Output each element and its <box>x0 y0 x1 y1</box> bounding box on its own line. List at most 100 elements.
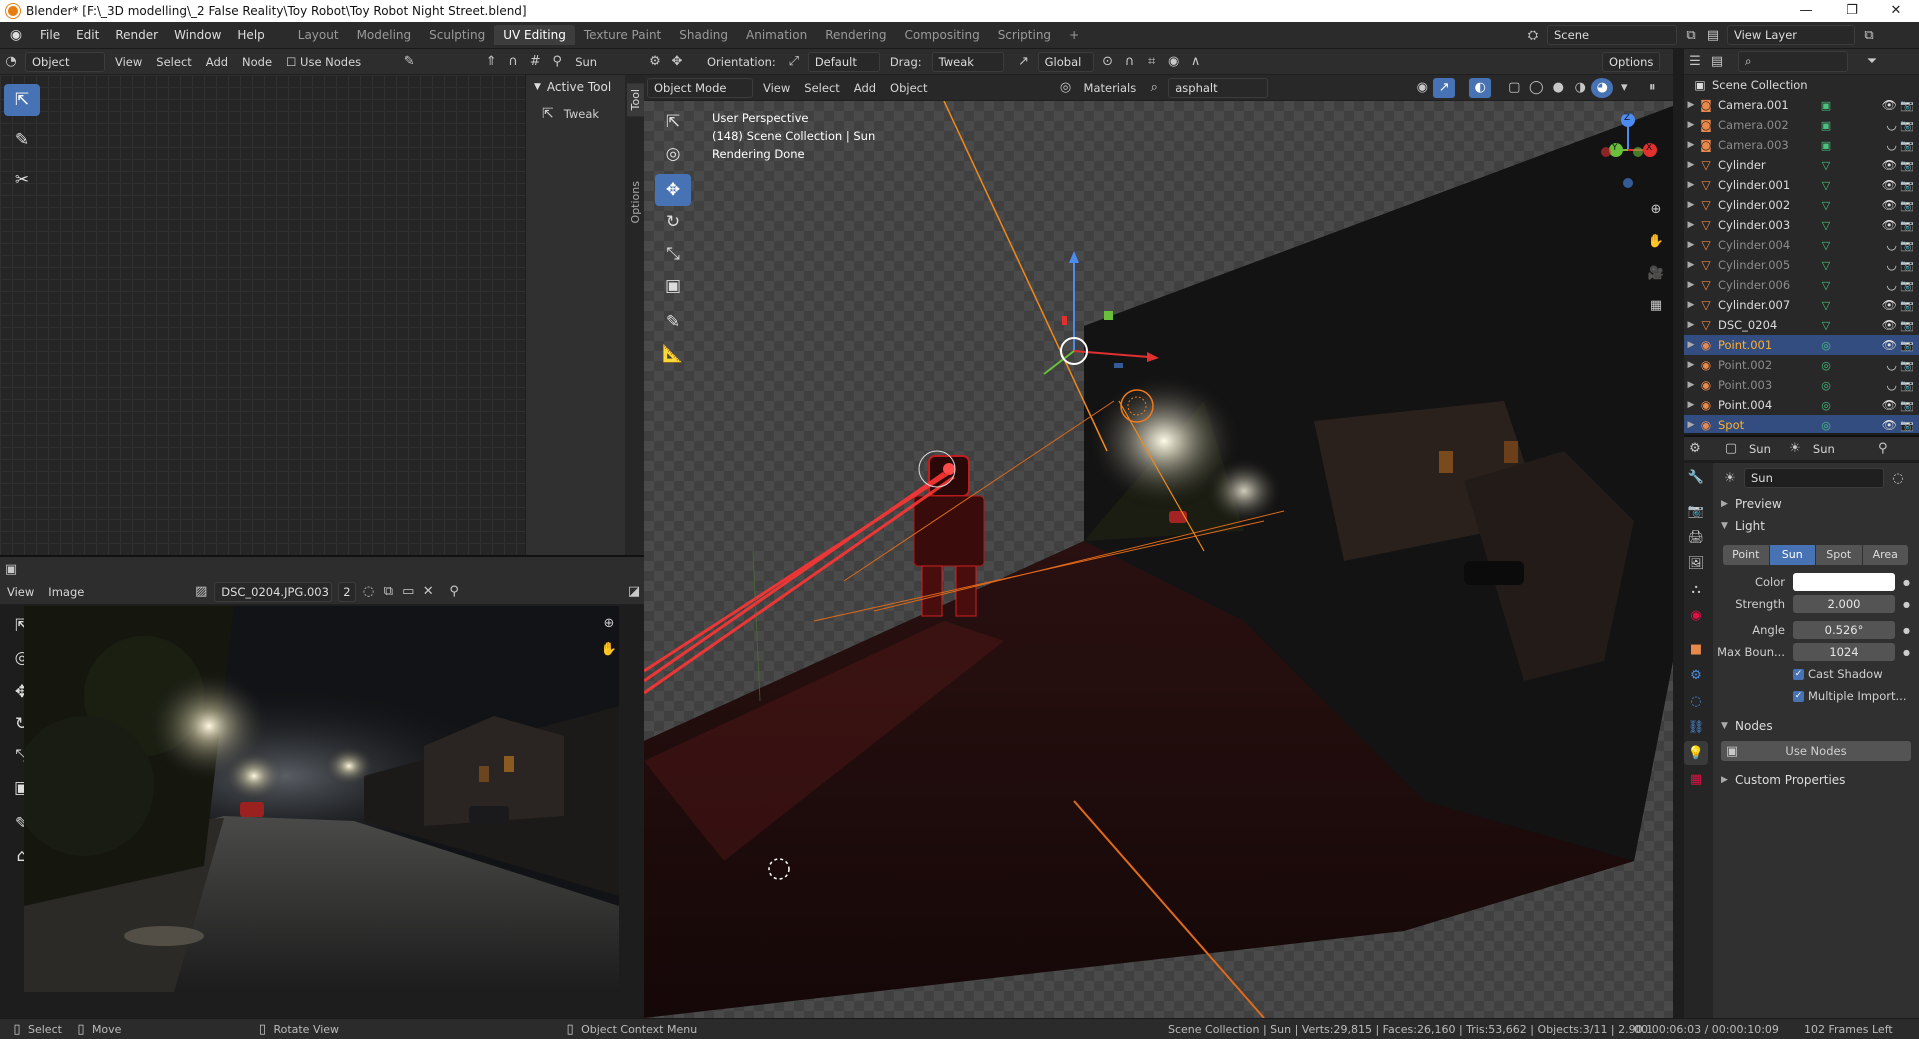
light-type-spot-button[interactable]: Spot <box>1816 545 1862 565</box>
light-datablock-icon[interactable]: ☀ <box>1719 468 1741 488</box>
eye-icon[interactable]: 👁 <box>1882 418 1897 432</box>
tab-tool[interactable]: Tool <box>627 83 644 117</box>
expand-arrow-icon[interactable]: ▶ <box>1684 360 1698 370</box>
drag-dropdown[interactable]: Tweak <box>931 51 1004 72</box>
eye-icon[interactable]: 👁 <box>1882 178 1897 192</box>
parent-icon[interactable]: ⇑ <box>480 52 502 72</box>
eye-icon[interactable]: 👁 <box>1882 318 1897 332</box>
shader-type-dropdown[interactable]: Object <box>25 51 105 72</box>
workspace-tab-layout[interactable]: Layout <box>289 25 348 45</box>
move-tool-icon[interactable]: ✥ <box>655 174 691 206</box>
expand-arrow-icon[interactable]: ▶ <box>1684 140 1698 150</box>
object-data-icon[interactable]: ◎ <box>1806 419 1846 432</box>
pin-icon[interactable]: ⚲ <box>1872 439 1894 459</box>
object-data-icon[interactable]: ▽ <box>1806 219 1846 232</box>
render-camera-icon[interactable]: 📷 <box>1900 119 1914 132</box>
material-mode[interactable]: Materials <box>1077 81 1144 95</box>
image-users-count[interactable]: 2 <box>338 581 356 602</box>
expand-arrow-icon[interactable]: ▶ <box>1684 320 1698 330</box>
pivot-icon[interactable]: ⊙ <box>1097 52 1119 72</box>
outliner-item[interactable]: ▶ ◉ Spot ◎ 👁 📷 <box>1684 415 1919 433</box>
object-data-icon[interactable]: ◎ <box>1806 359 1846 372</box>
render-camera-icon[interactable]: 📷 <box>1900 99 1914 112</box>
eye-icon[interactable]: 👁 <box>1882 398 1897 412</box>
pin-image-icon[interactable]: ⚲ <box>444 582 464 602</box>
open-image-icon[interactable]: ▭ <box>398 582 418 602</box>
menu-file[interactable]: File <box>32 28 68 42</box>
outliner-item[interactable]: ▶ ▽ Cylinder.001 ▽ 👁 📷 <box>1684 175 1919 195</box>
workspace-tab-texture-paint[interactable]: Texture Paint <box>575 25 670 45</box>
minimize-button[interactable]: — <box>1783 0 1829 22</box>
proportional-edit-icon[interactable]: ◉ <box>1163 52 1185 72</box>
xray-icon[interactable]: ▢ <box>1503 78 1525 98</box>
zoom-icon[interactable]: ⊕ <box>1643 193 1669 225</box>
eye-icon[interactable]: 👁 <box>1882 338 1897 352</box>
outliner-item[interactable]: ▶ ▽ Cylinder.004 ▽ ◡ 📷 <box>1684 235 1919 255</box>
maximize-button[interactable]: ❐ <box>1829 0 1875 22</box>
object-data-icon[interactable]: ▽ <box>1806 199 1846 212</box>
eye-closed-icon[interactable]: ◡ <box>1887 238 1897 252</box>
outliner-item[interactable]: ▶ ◉ Point.003 ◎ ◡ 📷 <box>1684 375 1919 395</box>
object-data-icon[interactable]: ▽ <box>1806 159 1846 172</box>
render-tab-icon[interactable]: 📷 <box>1684 499 1708 523</box>
render-camera-icon[interactable]: 📷 <box>1900 339 1914 352</box>
expand-arrow-icon[interactable]: ▶ <box>1684 220 1698 230</box>
tab-options[interactable]: Options <box>627 175 644 229</box>
prop-colorfield[interactable] <box>1793 573 1895 591</box>
light-type-point-button[interactable]: Point <box>1723 545 1769 565</box>
mode-dropdown[interactable]: Object Mode <box>647 77 753 98</box>
nodes-section[interactable]: ▼ Nodes <box>1713 715 1919 737</box>
render-camera-icon[interactable]: 📷 <box>1900 299 1914 312</box>
menu-edit[interactable]: Edit <box>68 28 107 42</box>
light-type-sun-button[interactable]: Sun <box>1769 545 1815 565</box>
outliner-item[interactable]: ▶ ◉ Point.001 ◎ 👁 📷 <box>1684 335 1919 355</box>
menu-node[interactable]: Node <box>235 55 279 69</box>
menu-image[interactable]: Image <box>41 585 91 599</box>
outliner-scene-collection[interactable]: ▣ Scene Collection <box>1684 75 1919 95</box>
outliner-item[interactable]: ▶ ▽ Cylinder.005 ▽ ◡ 📷 <box>1684 255 1919 275</box>
expand-arrow-icon[interactable]: ▶ <box>1684 120 1698 130</box>
view-layer-selector[interactable]: View Layer <box>1727 25 1855 45</box>
pin-icon[interactable]: ✎ <box>398 52 420 72</box>
object-data-icon[interactable]: ▣ <box>1806 139 1846 152</box>
object-data-icon[interactable]: ◎ <box>1806 399 1846 412</box>
workspace-tab-sculpting[interactable]: Sculpting <box>420 25 494 45</box>
transform-dropdown[interactable]: Global <box>1037 51 1094 72</box>
render-camera-icon[interactable]: 📷 <box>1900 359 1914 372</box>
close-button[interactable]: ✕ <box>1873 0 1919 22</box>
use-nodes-checkbox[interactable]: ☐ Use Nodes <box>279 55 368 69</box>
keyframe-dot-icon[interactable]: ● <box>1903 600 1910 609</box>
cut-links-tool-icon[interactable]: ✂ <box>4 164 40 196</box>
scene-tab-icon[interactable]: ⛬ <box>1684 577 1708 601</box>
snap-grid-icon[interactable]: # <box>524 52 546 72</box>
eye-icon[interactable]: 👁 <box>1882 298 1897 312</box>
workspace-tab-shading[interactable]: Shading <box>670 25 737 45</box>
physics-tab-icon[interactable]: ◌ <box>1684 689 1708 713</box>
object-data-icon[interactable]: ▽ <box>1806 319 1846 332</box>
annotate-tool-icon[interactable]: ✎ <box>4 124 40 156</box>
object-data-icon[interactable]: ▣ <box>1806 119 1846 132</box>
outliner-item[interactable]: ▶ ▽ Cylinder.006 ▽ ◡ 📷 <box>1684 275 1919 295</box>
menu-add[interactable]: Add <box>199 55 235 69</box>
output-tab-icon[interactable]: 🖨 <box>1684 525 1708 549</box>
render-camera-icon[interactable]: 📷 <box>1900 419 1914 432</box>
image-editor-type-icon[interactable]: ▣ <box>0 560 22 580</box>
menu-select[interactable]: Select <box>149 55 198 69</box>
filter-icon[interactable]: ⏷ <box>1861 52 1883 72</box>
snap-icon[interactable]: ∩ <box>502 52 524 72</box>
keyframe-dot-icon[interactable]: ● <box>1903 648 1910 657</box>
fake-user-icon[interactable]: ◌ <box>1887 468 1909 488</box>
eye-icon[interactable]: 👁 <box>1882 158 1897 172</box>
keyframe-dot-icon[interactable]: ● <box>1903 626 1910 635</box>
prop-strengthfield[interactable]: 2.000 <box>1793 595 1895 613</box>
snap-magnet-icon[interactable]: ∩ <box>1119 52 1141 72</box>
expand-arrow-icon[interactable]: ▶ <box>1684 240 1698 250</box>
scale-tool-icon[interactable]: ⤡ <box>655 238 691 270</box>
eye-closed-icon[interactable]: ◡ <box>1887 138 1897 152</box>
image-browse-icon[interactable]: ▨ <box>191 582 211 602</box>
overlay-toggle-icon[interactable]: ◐ <box>1469 77 1492 98</box>
render-camera-icon[interactable]: 📷 <box>1900 379 1914 392</box>
pause-icon[interactable]: ⏸ <box>1641 78 1663 98</box>
menu-help[interactable]: Help <box>229 28 272 42</box>
unlink-icon[interactable]: ✕ <box>418 582 438 602</box>
